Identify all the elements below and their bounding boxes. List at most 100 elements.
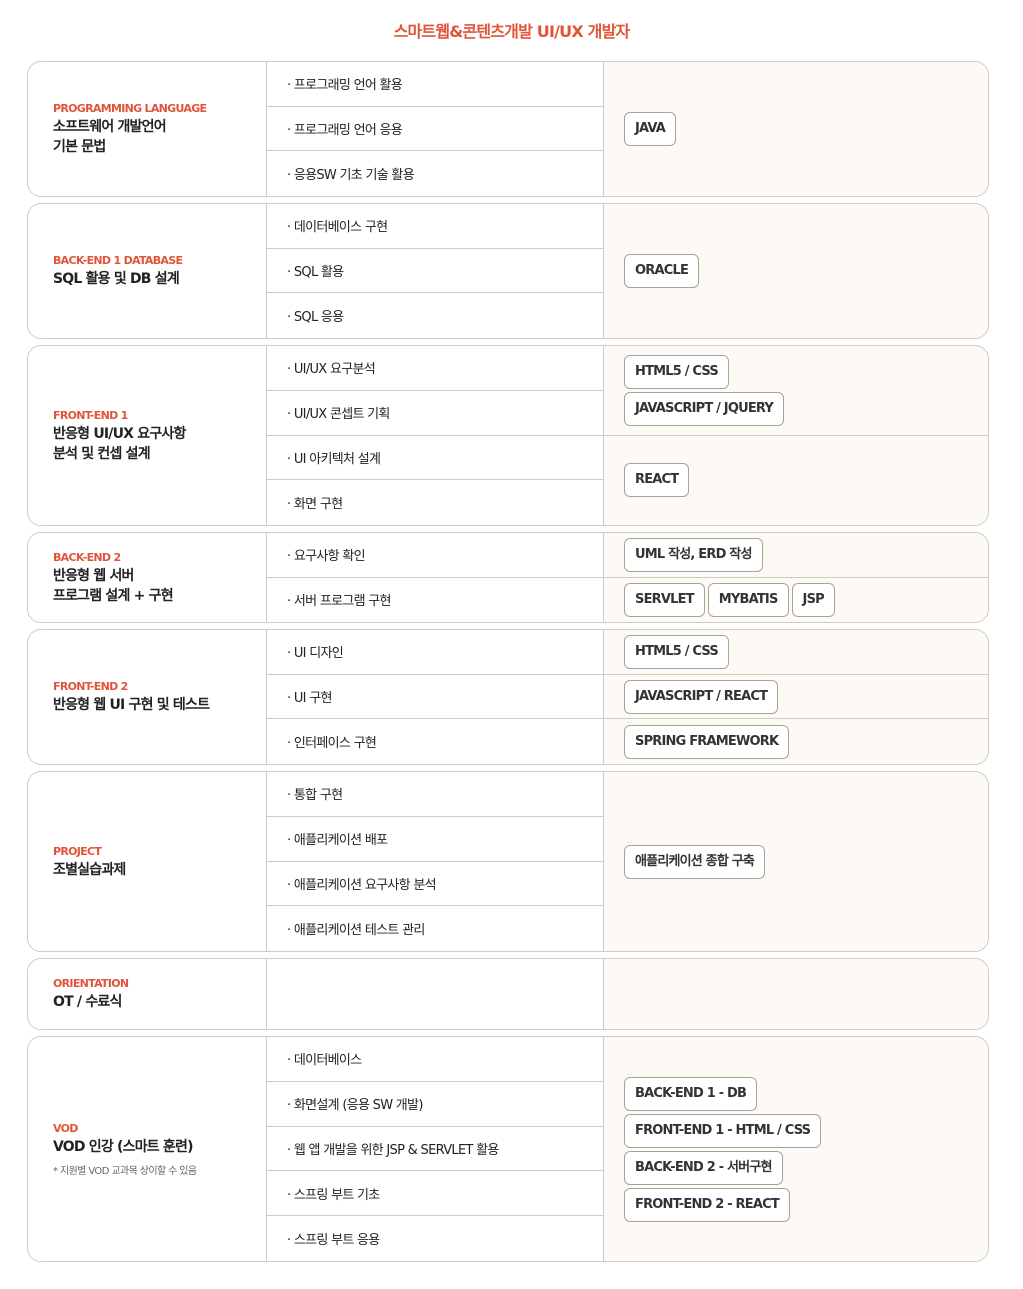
module-row: FRONT-END 2 반응형 웹 UI 구현 및 테스트 · UI 디자인 · UI… (27, 629, 989, 765)
module-tasks: · UI 디자인 · UI 구현 · 인터페이스 구현 (267, 630, 604, 764)
task-item: · 프로그래밍 언어 활용 (267, 62, 603, 107)
module-title: 소프트웨어 개발언어 기본 문법 (53, 119, 167, 155)
task-item: · 데이터베이스 구현 (267, 204, 603, 249)
module-tools: JAVA (604, 62, 988, 196)
task-item: · 인터페이스 구현 (287, 736, 377, 752)
module-row: ORIENTATION OT / 수료식 (27, 958, 989, 1030)
task-item: · UI 아키텍처 설계 (267, 436, 603, 481)
task-item: · 응용SW 기초 기술 활용 (287, 168, 415, 184)
task-item: · 데이터베이스 (267, 1037, 603, 1082)
task-item: · UI 디자인 (267, 630, 603, 675)
task-item: · 애플리케이션 테스트 관리 (287, 923, 425, 939)
module-label: ORIENTATION (53, 977, 129, 990)
task-item: · SQL 활용 (267, 249, 603, 294)
module-label: FRONT-END 2 (53, 680, 128, 693)
tool-row: JAVASCRIPT / JQUERY (624, 391, 988, 426)
module-title: 조별실습과제 (53, 861, 126, 878)
tool-row: JAVASCRIPT / REACT (624, 679, 988, 714)
tool-chip: BACK-END 1 - DB (624, 1076, 758, 1111)
tool-group: ORACLE (604, 204, 988, 338)
module-title: VOD 인강 (스마트 훈련) (53, 1139, 194, 1155)
tool-row: BACK-END 1 - DB (624, 1076, 988, 1111)
tool-row: UML 작성, ERD 작성 (624, 537, 988, 572)
module-category: VOD VOD 인강 (스마트 훈련) * 지원별 VOD 교과목 상이할 수 있음 (28, 1037, 267, 1261)
module-tools: ORACLE (604, 204, 988, 338)
tool-chip: JAVASCRIPT / JQUERY (624, 391, 785, 426)
module-label: PROGRAMMING LANGUAGE (53, 102, 207, 115)
tool-group: JAVA (604, 62, 988, 196)
task-item: · 프로그래밍 언어 응용 (267, 107, 603, 152)
task-item: · 통합 구현 (267, 772, 603, 817)
task-item: · SQL 응용 (287, 310, 344, 326)
tool-group: HTML5 / CSS JAVASCRIPT / JQUERY (604, 346, 988, 436)
tool-group: SPRING FRAMEWORK (604, 719, 988, 764)
tool-chip: JAVASCRIPT / REACT (624, 679, 779, 714)
module-row: VOD VOD 인강 (스마트 훈련) * 지원별 VOD 교과목 상이할 수 있음… (27, 1036, 989, 1262)
module-title: 반응형 웹 서버 프로그램 설계 + 구현 (53, 567, 174, 604)
tool-row: FRONT-END 2 - REACT (624, 1187, 988, 1222)
tool-chip: ORACLE (624, 254, 700, 288)
task-item: · UI 구현 (267, 675, 603, 720)
module-title: SQL 활용 및 DB 설계 (53, 271, 180, 287)
tool-row: HTML5 / CSS (624, 354, 988, 389)
module-title: OT / 수료식 (53, 994, 122, 1010)
module-tools (604, 959, 988, 1029)
tool-chip: FRONT-END 2 - REACT (624, 1187, 790, 1222)
task-item: · 애플리케이션 배포 (267, 817, 603, 862)
tool-chip: SERVLET (624, 582, 705, 617)
task-item: · 화면 구현 (287, 497, 343, 513)
tool-row: SERVLET MYBATIS JSP (624, 582, 988, 617)
tool-row: ORACLE (624, 254, 988, 288)
module-category: FRONT-END 2 반응형 웹 UI 구현 및 테스트 (28, 630, 267, 764)
tool-chip: MYBATIS (707, 582, 789, 617)
module-row: PROJECT 조별실습과제 · 통합 구현 · 애플리케이션 배포 · 애플리케이션 … (27, 771, 989, 952)
task-item: · 요구사항 확인 (267, 533, 603, 578)
module-label: FRONT-END 1 (53, 408, 128, 422)
task-item: · 애플리케이션 요구사항 분석 (267, 862, 603, 907)
tool-chip: HTML5 / CSS (624, 354, 729, 389)
task-item: · UI/UX 콘셉트 기획 (267, 391, 603, 436)
task-item: · 스프링 부트 응용 (287, 1233, 380, 1249)
module-row: BACK-END 2 반응형 웹 서버 프로그램 설계 + 구현 · 요구사항 확인… (27, 532, 989, 623)
module-label: BACK-END 1 DATABASE (53, 254, 183, 267)
tool-chip: HTML5 / CSS (624, 634, 729, 669)
module-title: 반응형 웹 UI 구현 및 테스트 (53, 697, 210, 713)
module-tools: HTML5 / CSS JAVASCRIPT / JQUERY REACT (604, 346, 988, 525)
tool-chip: JSP (791, 582, 835, 617)
tool-group: 애플리케이션 종합 구축 (604, 772, 988, 951)
module-row: BACK-END 1 DATABASE SQL 활용 및 DB 설계 · 데이터베이… (27, 203, 989, 339)
tool-row: FRONT-END 1 - HTML / CSS (624, 1113, 988, 1148)
tool-chip: UML 작성, ERD 작성 (624, 537, 763, 572)
module-label: VOD (53, 1122, 78, 1135)
module-row: PROGRAMMING LANGUAGE 소프트웨어 개발언어 기본 문법 · 프로… (27, 61, 989, 197)
module-tools: BACK-END 1 - DB FRONT-END 1 - HTML / CSS B… (604, 1037, 988, 1261)
tool-group: JAVASCRIPT / REACT (604, 675, 988, 720)
module-tools: UML 작성, ERD 작성 SERVLET MYBATIS JSP (604, 533, 988, 622)
module-category: PROGRAMMING LANGUAGE 소프트웨어 개발언어 기본 문법 (28, 62, 267, 196)
tool-chip: REACT (624, 463, 690, 498)
tool-chip: FRONT-END 1 - HTML / CSS (624, 1113, 822, 1148)
task-item: · 화면설계 (응용 SW 개발) (267, 1082, 603, 1127)
task-item: · 스프링 부트 기초 (267, 1171, 603, 1217)
module-tasks (267, 959, 604, 1029)
task-item (267, 959, 603, 1029)
module-title: 반응형 UI/UX 요구사항 분석 및 컨셉 설계 (53, 425, 186, 462)
module-label: BACK-END 2 (53, 550, 121, 564)
module-category: FRONT-END 1 반응형 UI/UX 요구사항 분석 및 컨셉 설계 (28, 346, 267, 525)
tool-group: REACT (604, 436, 988, 526)
tool-group: UML 작성, ERD 작성 (604, 533, 988, 578)
tool-group: SERVLET MYBATIS JSP (604, 578, 988, 622)
module-row: FRONT-END 1 반응형 UI/UX 요구사항 분석 및 컨셉 설계 · UI… (27, 345, 989, 526)
module-label: PROJECT (53, 844, 102, 858)
task-item: · 웹 앱 개발을 위한 JSP & SERVLET 활용 (267, 1127, 603, 1172)
tool-row: SPRING FRAMEWORK (624, 724, 988, 759)
tool-row: 애플리케이션 종합 구축 (624, 844, 988, 879)
tool-chip: SPRING FRAMEWORK (624, 724, 790, 759)
module-category: BACK-END 1 DATABASE SQL 활용 및 DB 설계 (28, 204, 267, 338)
module-tools: 애플리케이션 종합 구축 (604, 772, 988, 951)
tool-chip: BACK-END 2 - 서버구현 (624, 1150, 783, 1185)
tool-group (604, 959, 988, 1029)
tool-group: HTML5 / CSS (604, 630, 988, 675)
module-category: BACK-END 2 반응형 웹 서버 프로그램 설계 + 구현 (28, 533, 267, 622)
tool-chip: JAVA (624, 112, 677, 146)
